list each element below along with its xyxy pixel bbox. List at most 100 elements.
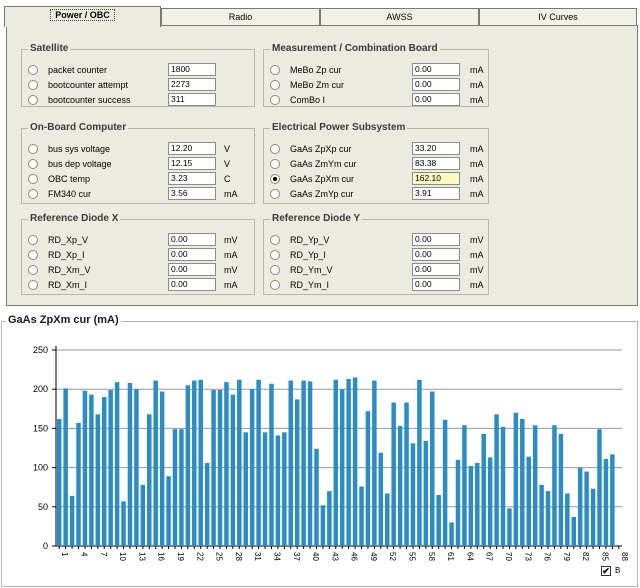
tab-power-obc[interactable]: Power / OBC — [4, 6, 161, 27]
y-tick-label: 100 — [33, 463, 48, 473]
bar — [198, 379, 203, 546]
measurement-value-field[interactable]: 33.20 — [412, 142, 460, 155]
bar — [217, 389, 223, 546]
bar — [552, 425, 557, 546]
y-tick-label: 50 — [38, 502, 48, 512]
measurement-row: GaAs ZmYp cur 3.91 mA — [270, 187, 490, 202]
tab-radio[interactable]: Radio — [161, 8, 320, 26]
measurement-label: MeBo Zp cur — [290, 65, 342, 75]
measurement-value-field[interactable]: 2273 — [168, 78, 216, 91]
measurement-unit: mA — [470, 65, 484, 75]
measurement-row: RD_Ym_I 0.00 mA — [270, 278, 490, 293]
measurement-value-field[interactable]: 12.20 — [168, 142, 216, 155]
radio-button[interactable] — [28, 280, 38, 290]
measurement-value-field[interactable]: 0.00 — [168, 278, 216, 291]
bar — [211, 389, 216, 546]
tab-radio-label: Radio — [228, 12, 253, 22]
bar — [230, 394, 236, 546]
measurement-value-field[interactable]: 0.00 — [412, 278, 460, 291]
radio-button[interactable] — [28, 250, 38, 260]
bar — [339, 389, 345, 546]
bar — [346, 379, 351, 546]
x-tick-label: 4 — [80, 552, 89, 557]
radio-button[interactable] — [28, 265, 38, 275]
bar — [147, 414, 152, 546]
radio-button[interactable] — [270, 95, 280, 105]
measurement-value-field[interactable]: 0.00 — [168, 233, 216, 246]
radio-button[interactable] — [270, 174, 280, 184]
radio-button[interactable] — [28, 159, 38, 169]
x-tick-label: 7 — [99, 552, 108, 557]
measurement-label: MeBo Zm cur — [290, 80, 345, 90]
tab-iv-curves[interactable]: IV Curves — [479, 8, 637, 26]
measurement-value-field[interactable]: 0.00 — [412, 93, 460, 106]
x-tick-label: 37 — [292, 552, 301, 561]
measurement-label: packet counter — [48, 65, 108, 75]
measurement-unit: mA — [470, 189, 484, 199]
radio-button[interactable] — [28, 144, 38, 154]
tab-awss[interactable]: AWSS — [320, 8, 479, 26]
measurement-value-field[interactable]: 0.00 — [412, 63, 460, 76]
x-tick-label: 64 — [465, 552, 474, 561]
radio-button[interactable] — [270, 265, 280, 275]
x-tick-label: 76 — [543, 552, 552, 561]
legend-checkbox[interactable]: ✔ — [601, 566, 611, 576]
bar — [275, 435, 281, 546]
radio-button[interactable] — [270, 159, 280, 169]
bar — [333, 379, 339, 546]
measurement-value-field[interactable]: 3.23 — [168, 172, 216, 185]
measurement-value-field[interactable]: 12.15 — [168, 157, 216, 170]
measurement-value-field[interactable]: 162.10 — [412, 172, 460, 185]
radio-button[interactable] — [270, 65, 280, 75]
measurement-row: RD_Xp_I 0.00 mA — [28, 248, 244, 263]
bar — [172, 429, 178, 546]
radio-button[interactable] — [270, 80, 280, 90]
group-title: On-Board Computer — [28, 122, 129, 134]
bar — [487, 457, 493, 546]
radio-button[interactable] — [28, 65, 38, 75]
measurement-value-field[interactable]: 3.56 — [168, 187, 216, 200]
measurement-label: ComBo I — [290, 95, 326, 105]
radio-button[interactable] — [28, 80, 38, 90]
radio-button[interactable] — [270, 144, 280, 154]
x-tick-label: 40 — [311, 552, 320, 561]
measurement-value-field[interactable]: 3.91 — [412, 187, 460, 200]
bar — [95, 414, 101, 546]
x-tick-label: 82 — [581, 552, 590, 561]
measurement-value-field[interactable]: 0.00 — [412, 233, 460, 246]
measurement-value-field[interactable]: 0.00 — [412, 248, 460, 261]
bar — [108, 389, 113, 546]
radio-button[interactable] — [28, 174, 38, 184]
measurement-value-field[interactable]: 0.00 — [168, 263, 216, 276]
bar — [494, 414, 499, 546]
measurement-row: RD_Yp_V 0.00 mV — [270, 233, 490, 248]
bar — [455, 459, 461, 546]
x-tick-label: 28 — [234, 552, 243, 561]
radio-button[interactable] — [270, 250, 280, 260]
measurement-value-field[interactable]: 0.00 — [168, 248, 216, 261]
radio-button[interactable] — [28, 95, 38, 105]
bar — [430, 391, 435, 546]
measurement-value-field[interactable]: 1800 — [168, 63, 216, 76]
bar — [114, 382, 120, 546]
radio-button[interactable] — [28, 235, 38, 245]
measurement-unit: mV — [470, 265, 484, 275]
measurement-value-field[interactable]: 311 — [168, 93, 216, 106]
radio-button[interactable] — [28, 189, 38, 199]
x-tick-label: 58 — [427, 552, 436, 561]
radio-button[interactable] — [270, 189, 280, 199]
x-tick-label: 49 — [369, 552, 378, 561]
bar — [320, 505, 326, 546]
measurement-row: ComBo I 0.00 mA — [270, 93, 490, 108]
radio-button[interactable] — [270, 280, 280, 290]
measurement-row: bootcounter success 311 — [28, 93, 244, 108]
x-tick-label: 70 — [504, 552, 513, 561]
measurement-value-field[interactable]: 83.38 — [412, 157, 460, 170]
radio-button[interactable] — [270, 235, 280, 245]
measurement-value-field[interactable]: 0.00 — [412, 78, 460, 91]
measurement-value-field[interactable]: 0.00 — [412, 263, 460, 276]
measurement-row: bus dep voltage 12.15 V — [28, 157, 244, 172]
bar — [513, 412, 519, 546]
bar — [384, 493, 390, 546]
measurement-unit: C — [224, 174, 231, 184]
